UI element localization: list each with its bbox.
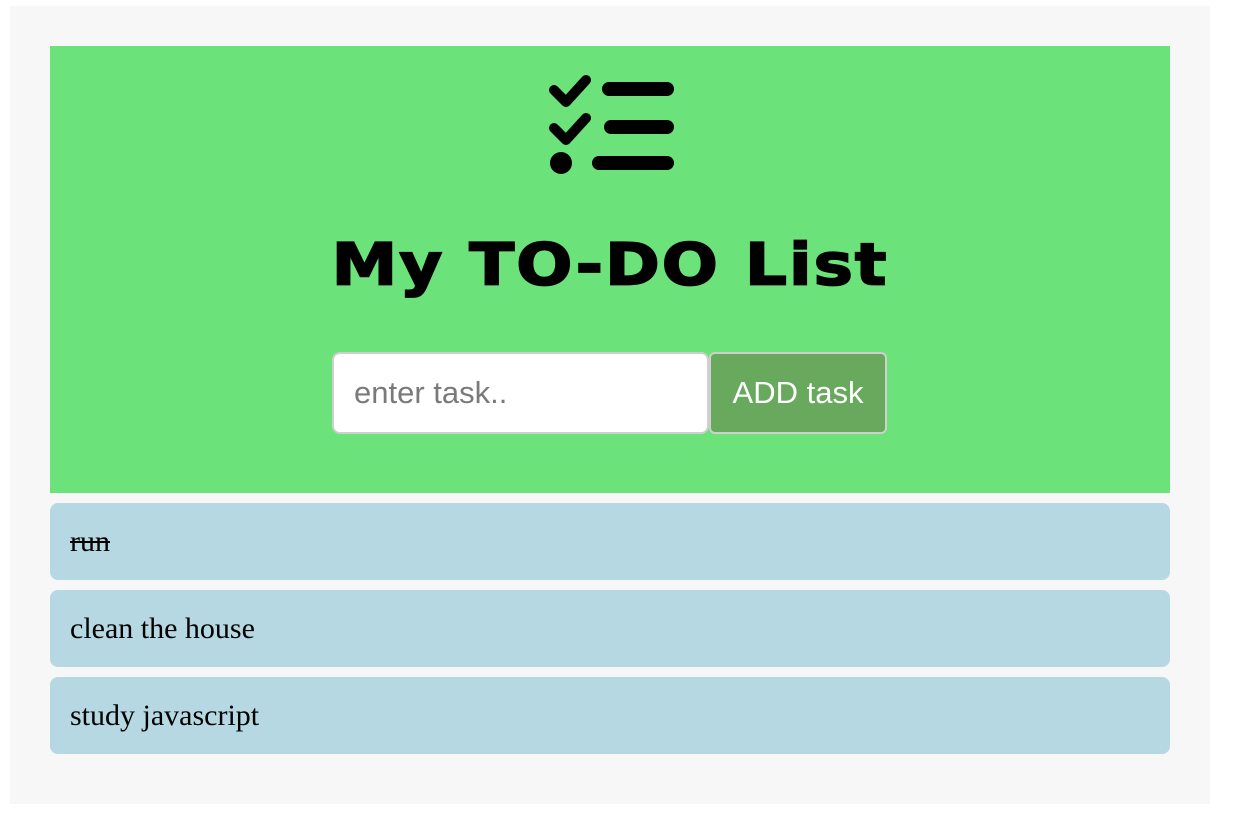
task-text: run: [70, 524, 110, 558]
app-container: My TO-DO List ADD task run clean the hou…: [10, 6, 1210, 804]
page-title: My TO-DO List: [331, 230, 889, 300]
task-text: study javascript: [70, 698, 260, 732]
task-item[interactable]: study javascript: [50, 677, 1170, 754]
checklist-icon: [549, 75, 674, 174]
task-text: clean the house: [70, 611, 255, 645]
task-item[interactable]: run: [50, 503, 1170, 580]
add-task-form: ADD task: [332, 352, 887, 434]
task-list: run clean the house study javascript: [50, 503, 1170, 764]
task-input[interactable]: [332, 352, 709, 434]
task-item[interactable]: clean the house: [50, 590, 1170, 667]
header: My TO-DO List ADD task: [50, 46, 1170, 493]
add-task-button[interactable]: ADD task: [709, 352, 887, 434]
